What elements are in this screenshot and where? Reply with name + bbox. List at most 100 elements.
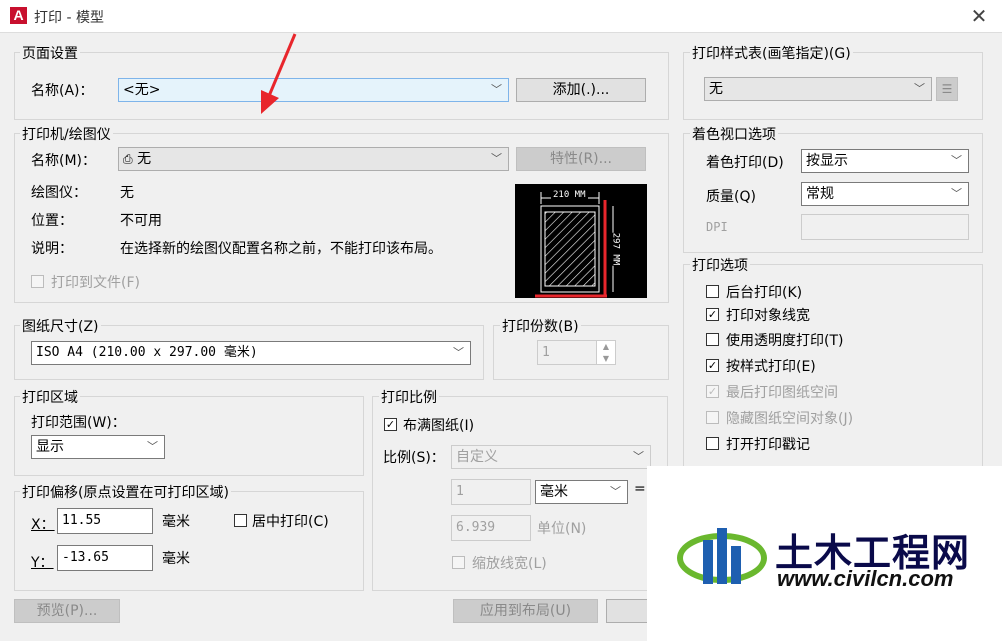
civilcn-logo-icon — [677, 528, 767, 584]
fit-to-paper-checkbox[interactable]: ✓ — [384, 418, 397, 431]
plotter-value: 无 — [120, 185, 134, 201]
location-value: 不可用 — [120, 213, 162, 229]
window-title: 打印 - 模型 — [34, 10, 104, 26]
page-setup-title: 页面设置 — [20, 43, 80, 63]
printer-name-value: 无 — [137, 151, 152, 167]
properties-button[interactable]: 特性(R)... — [516, 147, 646, 171]
page-setup-name-select[interactable]: <无> ﹀ — [118, 78, 509, 102]
print-to-file-label: 打印到文件(F) — [51, 275, 140, 291]
plot-option-checkbox[interactable] — [706, 437, 719, 450]
quality-value: 常规 — [806, 186, 834, 202]
plot-option-checkbox[interactable] — [706, 285, 719, 298]
printer-name-label: 名称(M)： — [31, 153, 97, 169]
plot-option-label: 后台打印(K) — [726, 285, 803, 301]
shaded-viewport-title: 着色视口选项 — [690, 124, 778, 144]
offset-y-unit: 毫米 — [162, 551, 190, 567]
autocad-app-icon: A — [10, 7, 27, 24]
printer-name-select[interactable]: ⎙ 无 ﹀ — [118, 147, 509, 171]
description-value: 在选择新的绘图仪配置名称之前，不能打印该布局。 — [120, 241, 442, 257]
plot-style-select[interactable]: 无 ﹀ — [704, 77, 932, 101]
chevron-down-icon: ﹀ — [914, 82, 925, 95]
plot-offset-group — [14, 491, 364, 591]
chevron-down-icon: ﹀ — [951, 187, 962, 200]
fit-to-paper-label: 布满图纸(I) — [403, 418, 475, 434]
plot-area-title: 打印区域 — [20, 387, 80, 407]
copies-spinner[interactable]: ▲ ▼ — [596, 340, 616, 365]
preview-height-label: 297 MM — [610, 232, 621, 266]
plot-options-title: 打印选项 — [690, 255, 750, 275]
plot-option-checkbox[interactable]: ✓ — [706, 308, 719, 321]
printer-icon: ⎙ — [123, 152, 133, 166]
chevron-down-icon: ﹀ — [147, 440, 158, 453]
plot-offset-title: 打印偏移(原点设置在可打印区域) — [20, 482, 231, 502]
plot-option-label: 最后打印图纸空间 — [726, 385, 838, 401]
spin-up-icon[interactable]: ▲ — [597, 341, 615, 353]
scale-value1-input[interactable]: 1 — [451, 479, 531, 505]
scale-value2-input[interactable]: 6.939 — [451, 515, 531, 541]
unit-label: 单位(N) — [537, 521, 587, 537]
chevron-down-icon: ﹀ — [610, 485, 621, 498]
plot-option-checkbox[interactable]: ✓ — [706, 385, 719, 398]
apply-to-layout-button[interactable]: 应用到布局(U) — [453, 599, 598, 623]
shade-plot-value: 按显示 — [806, 153, 848, 169]
chevron-down-icon: ﹀ — [951, 154, 962, 167]
quality-label: 质量(Q) — [706, 189, 756, 205]
plot-range-label: 打印范围(W)： — [31, 415, 126, 431]
plot-option-label: 使用透明度打印(T) — [726, 333, 844, 349]
red-arrow-annotation — [261, 33, 297, 114]
page-setup-name-label: 名称(A)： — [31, 83, 94, 99]
plot-option-checkbox[interactable] — [706, 411, 719, 424]
chevron-down-icon: ﹀ — [491, 152, 502, 165]
plot-range-select[interactable]: 显示 ﹀ — [31, 435, 165, 459]
spin-down-icon[interactable]: ▼ — [597, 353, 615, 365]
close-button[interactable]: ✕ — [964, 2, 994, 30]
paper-size-select[interactable]: ISO A4 (210.00 x 297.00 毫米) ﹀ — [31, 341, 471, 365]
plot-option-label: 打开打印戳记 — [726, 437, 810, 453]
scale-unit-value: 毫米 — [540, 484, 568, 500]
scale-select[interactable]: 自定义 ﹀ — [451, 445, 651, 469]
plot-style-value: 无 — [709, 81, 723, 97]
preview-button[interactable]: 预览(P)... — [14, 599, 120, 623]
chevron-down-icon: ﹀ — [491, 83, 502, 96]
chevron-down-icon: ﹀ — [633, 450, 644, 463]
preview-width-label: 210 MM — [551, 190, 588, 200]
center-plot-label: 居中打印(C) — [252, 514, 329, 530]
plot-option-label: 打印对象线宽 — [726, 308, 810, 324]
plotter-label: 绘图仪： — [31, 185, 87, 201]
scale-label: 比例(S)： — [383, 450, 445, 466]
watermark-overlay: 土木工程网 www.civilcn.com — [647, 466, 1002, 641]
copies-title: 打印份数(B) — [500, 316, 581, 336]
chevron-down-icon: ﹀ — [453, 346, 464, 359]
edit-style-icon: ☰ — [941, 82, 953, 96]
location-label: 位置： — [31, 213, 73, 229]
plot-range-value: 显示 — [36, 439, 64, 455]
quality-select[interactable]: 常规 ﹀ — [801, 182, 969, 206]
offset-y-input[interactable]: -13.65 — [57, 545, 153, 571]
plot-scale-title: 打印比例 — [379, 387, 439, 407]
scale-lineweights-checkbox[interactable] — [452, 556, 465, 569]
watermark-url: www.civilcn.com — [777, 566, 954, 591]
offset-x-input[interactable]: 11.55 — [57, 508, 153, 534]
paper-size-title: 图纸尺寸(Z) — [20, 316, 101, 336]
copies-input[interactable]: 1 — [537, 340, 597, 365]
paper-size-value: ISO A4 (210.00 x 297.00 毫米) — [36, 345, 258, 360]
scale-unit-select[interactable]: 毫米 ﹀ — [535, 480, 628, 504]
title-bar: A 打印 - 模型 ✕ — [0, 0, 1002, 33]
shade-plot-label: 着色打印(D) — [706, 155, 784, 171]
plot-option-label: 隐藏图纸空间对象(J) — [726, 411, 854, 427]
page-setup-name-value: <无> — [123, 82, 161, 98]
print-to-file-checkbox[interactable] — [31, 275, 44, 288]
shade-plot-select[interactable]: 按显示 ﹀ — [801, 149, 969, 173]
offset-x-label: X： — [31, 517, 55, 533]
add-page-setup-button[interactable]: 添加(.)... — [516, 78, 646, 102]
equals-sign: = — [634, 481, 646, 497]
edit-plot-style-button[interactable]: ☰ — [936, 77, 958, 101]
scale-value: 自定义 — [456, 449, 498, 465]
dpi-input[interactable] — [801, 214, 969, 240]
printer-title: 打印机/绘图仪 — [20, 124, 113, 144]
plot-option-checkbox[interactable] — [706, 333, 719, 346]
plot-option-label: 按样式打印(E) — [726, 359, 816, 375]
center-plot-checkbox[interactable] — [234, 514, 247, 527]
plot-option-checkbox[interactable]: ✓ — [706, 359, 719, 372]
paper-preview-graphic — [535, 192, 614, 298]
